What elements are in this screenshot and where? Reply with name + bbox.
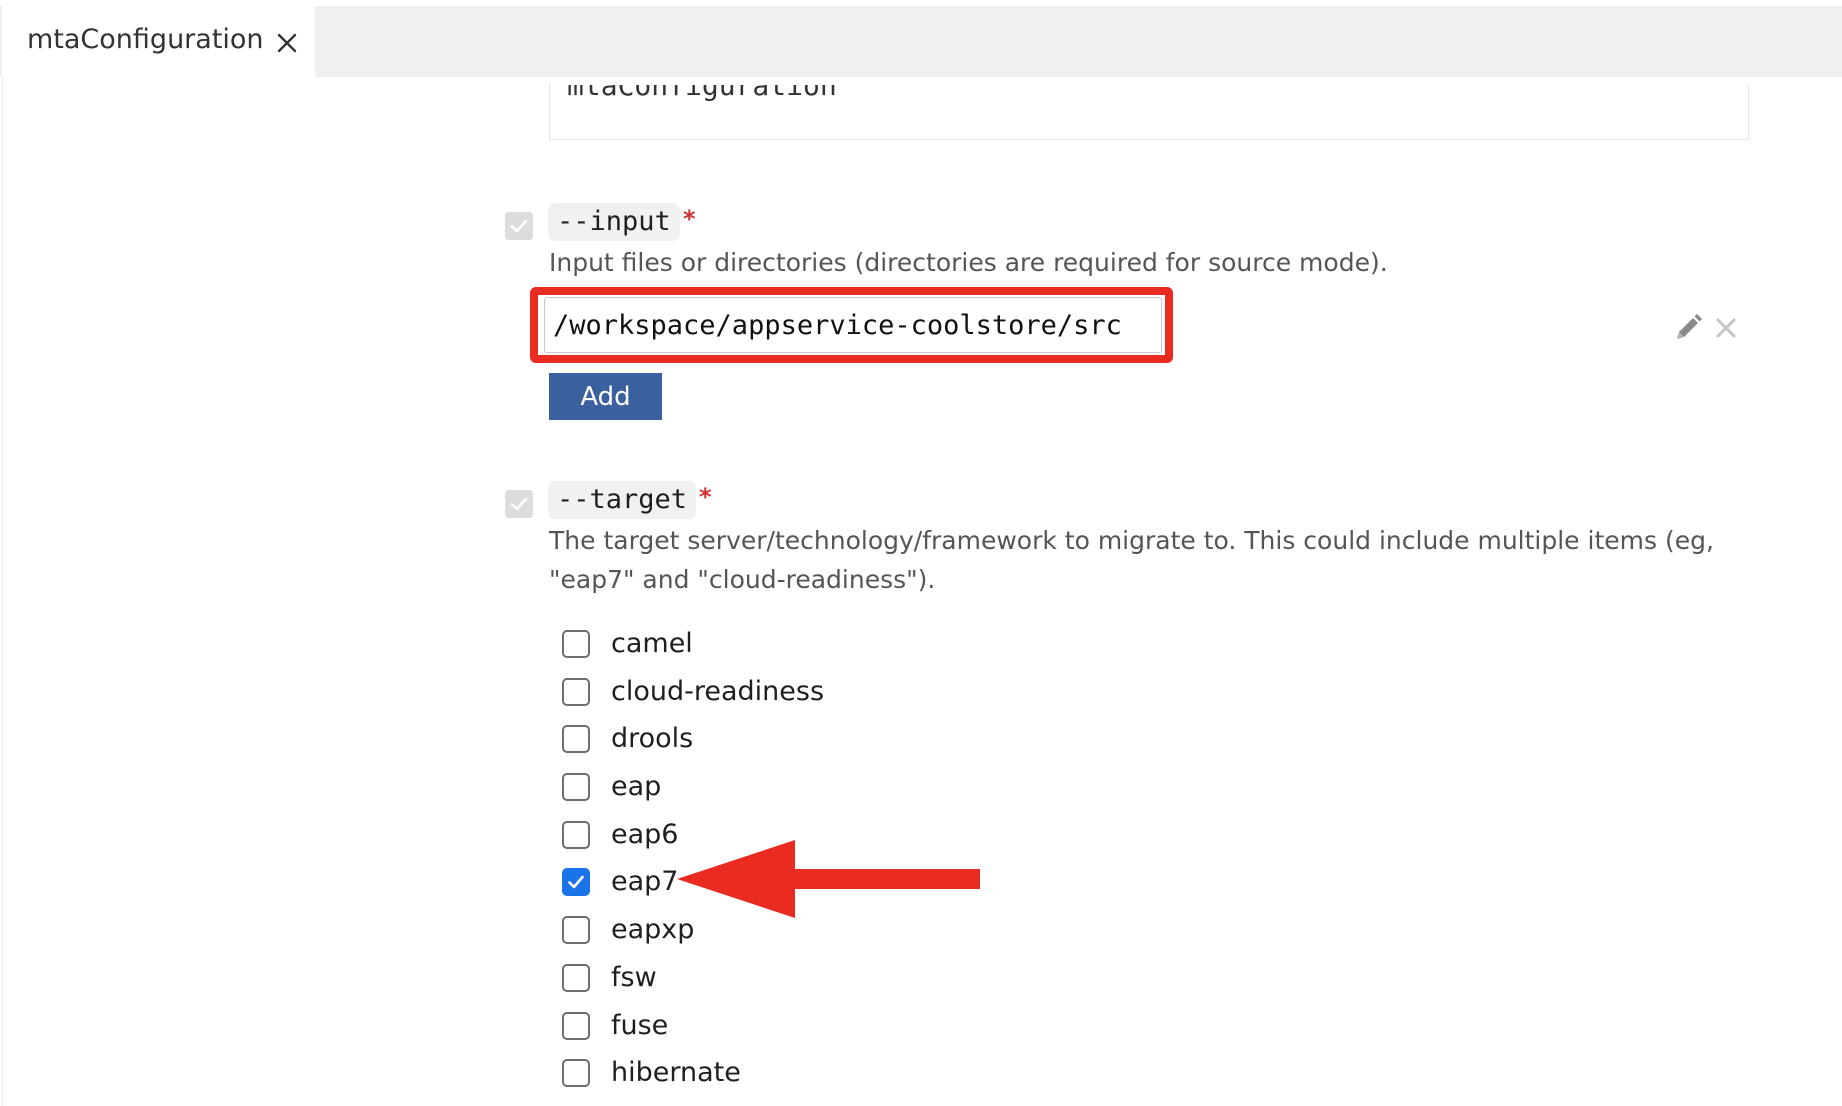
input-required-marker: * [683,205,696,233]
target-enabled-checkbox[interactable] [505,490,533,518]
target-description-line-2: "eap7" and "cloud-readiness"). [549,565,936,594]
target-label: eap7 [611,866,679,898]
target-description-line-1: The target server/technology/framework t… [549,526,1714,555]
target-checkbox-eapxp[interactable] [562,916,590,945]
target-option-name: --target [548,481,697,519]
target-item-fsw[interactable]: fsw [562,957,1162,1005]
target-label: camel [611,628,693,659]
close-icon[interactable] [274,30,300,56]
input-highlight-box [530,287,1173,363]
target-item-hibernate[interactable]: hibernate [562,1052,1162,1100]
target-checkbox-eap6[interactable] [562,820,590,849]
target-label: eap [611,771,662,803]
target-label: hibernate [611,1057,741,1089]
input-description: Input files or directories (directories … [549,248,1388,277]
target-required-marker: * [699,483,712,511]
target-checkbox-eap7[interactable] [562,868,590,897]
pencil-icon[interactable] [1671,311,1705,349]
input-option-name: --input [548,203,680,241]
target-label: cloud-readiness [611,675,825,707]
target-item-camel[interactable]: camel [562,623,1162,671]
target-checkbox-cloud-readiness[interactable] [562,677,590,706]
target-checkbox-fuse[interactable] [562,1011,590,1040]
target-label: drools [611,723,694,755]
annotation-arrow [677,840,980,918]
target-item-fuse[interactable]: fuse [562,1005,1162,1053]
remove-icon[interactable] [1714,316,1738,344]
target-checkbox-camel[interactable] [562,630,590,658]
input-path-field[interactable] [544,297,1162,353]
panel-divider [2,77,3,1106]
target-item-eap[interactable]: eap [562,766,1162,814]
add-input-button[interactable]: Add [549,373,662,420]
tab-mta-configuration[interactable]: mtaConfiguration [2,6,315,84]
tab-bar: mtaConfiguration [0,6,1842,84]
input-enabled-checkbox[interactable] [505,212,533,240]
target-item-drools[interactable]: drools [562,718,1162,766]
target-label: fsw [611,961,657,993]
target-label: fuse [611,1009,669,1041]
previous-field-value: mtaConfiguration [567,85,837,102]
target-checkbox-eap[interactable] [562,773,590,802]
target-item-cloud-readiness[interactable]: cloud-readiness [562,671,1162,719]
mta-configuration-page: mtaConfiguration mtaConfiguration --inpu… [0,0,1842,1106]
target-checkbox-hibernate[interactable] [562,1059,590,1088]
previous-field-input[interactable]: mtaConfiguration [549,85,1749,140]
target-checkbox-fsw[interactable] [562,963,590,992]
checkmark-icon [568,876,584,889]
target-checkbox-drools[interactable] [562,725,590,754]
target-label: eap6 [611,818,679,850]
tab-title: mtaConfiguration [27,24,264,55]
